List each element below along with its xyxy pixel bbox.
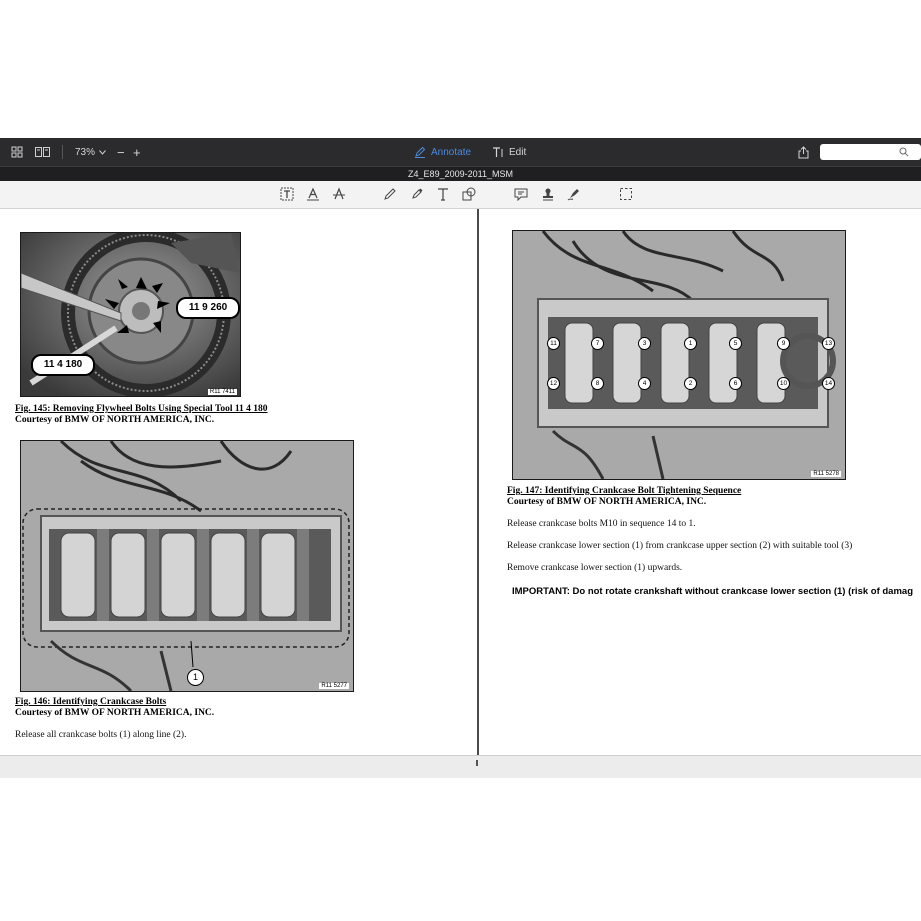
bolt-number-2: 2 [684, 377, 697, 390]
text-tool-icon[interactable] [435, 186, 451, 202]
search-input[interactable] [820, 144, 921, 160]
left-body-text: Release all crankcase bolts (1) along li… [15, 730, 187, 740]
bolt-number-10: 10 [777, 377, 790, 390]
two-page-view-icon[interactable] [35, 138, 50, 166]
marker-icon[interactable] [409, 186, 425, 202]
bolt-number-13: 13 [822, 337, 835, 350]
pen-icon [414, 146, 426, 158]
highlight-text-icon[interactable] [305, 186, 321, 202]
zoom-in-button[interactable]: + [133, 138, 141, 166]
bolt-number-14: 14 [822, 377, 835, 390]
annotation-toolbar [0, 181, 921, 209]
figure-147-caption: Fig. 147: Identifying Crankcase Bolt Tig… [507, 486, 742, 496]
callout-11-9-260: 11 9 260 [176, 297, 240, 319]
right-body-text-2: Release crankcase lower section (1) from… [507, 541, 853, 551]
document-pages[interactable]: 11 9 260 11 4 180 R11 7411 Fig. 145: Rem… [0, 209, 921, 755]
bolt-number-6: 6 [729, 377, 742, 390]
strikethrough-text-icon[interactable] [331, 186, 347, 202]
thumbnails-view-icon[interactable] [11, 138, 23, 166]
zoom-out-button[interactable]: − [117, 138, 125, 166]
annotate-button[interactable]: Annotate [414, 138, 471, 166]
figure-146-crankcase-image: 1 R11 5277 [20, 440, 354, 692]
pencil-icon[interactable] [382, 186, 398, 202]
chevron-down-icon [99, 149, 106, 155]
bolt-number-8: 8 [591, 377, 604, 390]
zoom-dropdown[interactable]: 73% [75, 138, 106, 166]
bolt-number-7: 7 [591, 337, 604, 350]
page-divider [477, 209, 479, 755]
callout-11-4-180: 11 4 180 [31, 354, 95, 376]
figure-146-courtesy: Courtesy of BMW OF NORTH AMERICA, INC. [15, 708, 215, 718]
bolt-number-11: 11 [547, 337, 560, 350]
bolt-number-4: 4 [638, 377, 651, 390]
signature-icon[interactable] [566, 186, 582, 202]
search-icon [899, 147, 909, 157]
figure-147-courtesy: Courtesy of BMW OF NORTH AMERICA, INC. [507, 497, 707, 507]
bolt-number-12: 12 [547, 377, 560, 390]
document-title: Z4_E89_2009-2011_MSM [0, 166, 921, 182]
main-toolbar: 73% − + Annotate Edit [0, 138, 921, 166]
figure-ref-label: R11 5278 [811, 471, 841, 477]
select-area-icon[interactable] [618, 186, 634, 202]
right-body-text-1: Release crankcase bolts M10 in sequence … [507, 519, 696, 529]
bolt-number-9: 9 [777, 337, 790, 350]
important-note: IMPORTANT: Do not rotate crankshaft with… [512, 586, 914, 597]
share-icon[interactable] [798, 138, 809, 166]
zoom-value: 73% [75, 146, 96, 158]
shapes-icon[interactable] [461, 186, 477, 202]
text-edit-icon [492, 146, 504, 158]
figure-145-courtesy: Courtesy of BMW OF NORTH AMERICA, INC. [15, 415, 215, 425]
bolt-number-3: 3 [638, 337, 651, 350]
bolt-number-1: 1 [684, 337, 697, 350]
figure-146-caption: Fig. 146: Identifying Crankcase Bolts [15, 697, 167, 707]
callout-1: 1 [187, 669, 204, 686]
edit-button[interactable]: Edit [492, 138, 526, 166]
edit-label: Edit [509, 146, 527, 158]
figure-ref-label: R11 5277 [319, 683, 349, 689]
comment-icon[interactable] [513, 186, 529, 202]
figure-147-crankcase-sequence-image: 11 7 3 1 5 9 13 12 8 4 2 6 10 14 R11 5278 [512, 230, 846, 480]
pdf-viewer-window: 73% − + Annotate Edit Z4_E89_2009-2011_M… [0, 138, 921, 778]
stamp-icon[interactable] [540, 186, 556, 202]
bolt-number-5: 5 [729, 337, 742, 350]
toolbar-separator [62, 145, 63, 159]
figure-ref-label: R11 7411 [207, 389, 237, 395]
text-box-icon[interactable] [279, 186, 295, 202]
page-scroll-strip[interactable] [0, 755, 921, 778]
annotate-label: Annotate [431, 146, 472, 158]
scroll-marker[interactable] [476, 760, 478, 766]
bolt-sequence-labels: 11 7 3 1 5 9 13 12 8 4 2 6 10 14 [513, 231, 845, 479]
figure-145-flywheel-image: 11 9 260 11 4 180 R11 7411 [20, 232, 241, 397]
figure-145-caption: Fig. 145: Removing Flywheel Bolts Using … [15, 404, 268, 414]
right-body-text-3: Remove crankcase lower section (1) upwar… [507, 563, 683, 573]
